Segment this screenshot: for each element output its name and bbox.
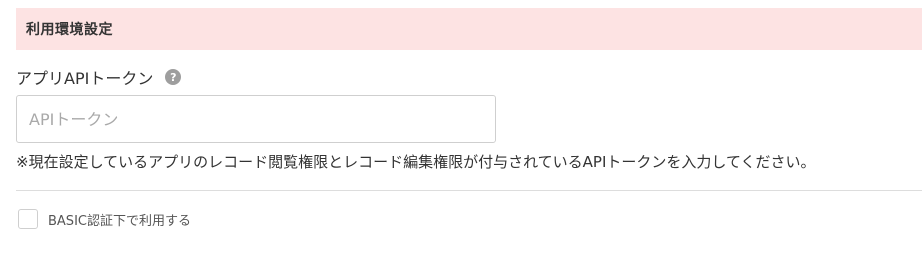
api-token-label-row: アプリAPIトークン ? <box>16 66 182 88</box>
api-token-label: アプリAPIトークン <box>16 69 154 88</box>
api-token-input[interactable] <box>16 95 496 143</box>
api-token-note: ※現在設定しているアプリのレコード閲覧権限とレコード編集権限が付与されているAP… <box>16 153 816 171</box>
help-icon[interactable]: ? <box>165 69 182 85</box>
basic-auth-option[interactable]: BASIC認証下で利用する <box>18 208 191 230</box>
section-header: 利用環境設定 <box>16 8 922 50</box>
section-title: 利用環境設定 <box>26 22 113 38</box>
divider <box>16 190 922 191</box>
basic-auth-label: BASIC認証下で利用する <box>48 213 191 229</box>
basic-auth-checkbox[interactable] <box>18 209 38 229</box>
